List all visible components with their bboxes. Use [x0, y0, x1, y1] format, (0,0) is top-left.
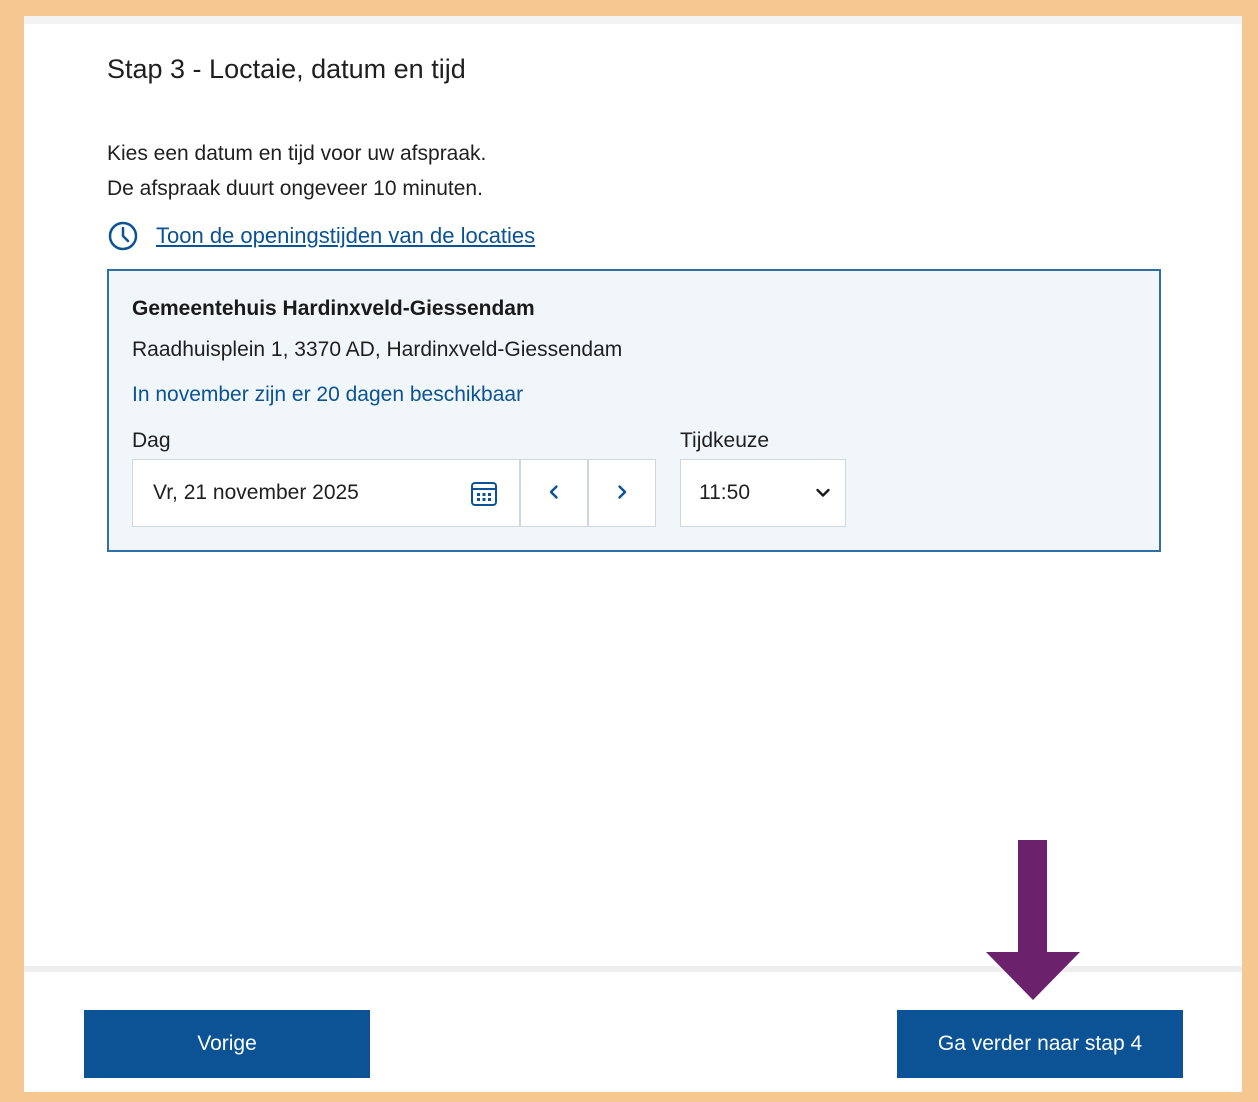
previous-day-button[interactable] — [520, 459, 588, 527]
time-value: 11:50 — [699, 481, 750, 504]
step-title: Stap 3 - Loctaie, datum en tijd — [107, 54, 466, 84]
opening-hours-link[interactable]: Toon de openingstijden van de locaties — [156, 223, 535, 249]
availability-text: In november zijn er 20 dagen beschikbaar — [132, 383, 524, 406]
day-label: Dag — [132, 429, 171, 452]
intro-line-1: Kies een datum en tijd voor uw afspraak. — [107, 142, 487, 165]
intro-text: Kies een datum en tijd voor uw afspraak.… — [107, 136, 486, 206]
location-address: Raadhuisplein 1, 3370 AD, Hardinxveld-Gi… — [132, 338, 623, 361]
down-arrow-icon — [986, 840, 1080, 1000]
calendar-icon[interactable] — [469, 478, 499, 508]
continue-step-4-button[interactable]: Ga verder naar stap 4 — [897, 1010, 1183, 1078]
chevron-left-icon — [546, 484, 562, 503]
previous-button[interactable]: Vorige — [84, 1010, 370, 1078]
chevron-right-icon — [614, 484, 630, 503]
opening-hours-row[interactable]: Toon de openingstijden van de locaties — [107, 220, 535, 252]
intro-line-2: De afspraak duurt ongeveer 10 minuten. — [107, 177, 483, 200]
location-name: Gemeentehuis Hardinxveld-Giessendam — [132, 297, 535, 320]
chevron-down-icon — [815, 485, 831, 501]
time-select[interactable]: 11:50 — [680, 459, 846, 527]
next-day-button[interactable] — [588, 459, 656, 527]
time-label: Tijdkeuze — [680, 429, 770, 452]
date-input[interactable]: Vr, 21 november 2025 — [132, 459, 520, 527]
location-card: Gemeentehuis Hardinxveld-Giessendam Raad… — [107, 269, 1161, 552]
clock-icon — [107, 220, 139, 252]
date-value: Vr, 21 november 2025 — [153, 481, 359, 504]
